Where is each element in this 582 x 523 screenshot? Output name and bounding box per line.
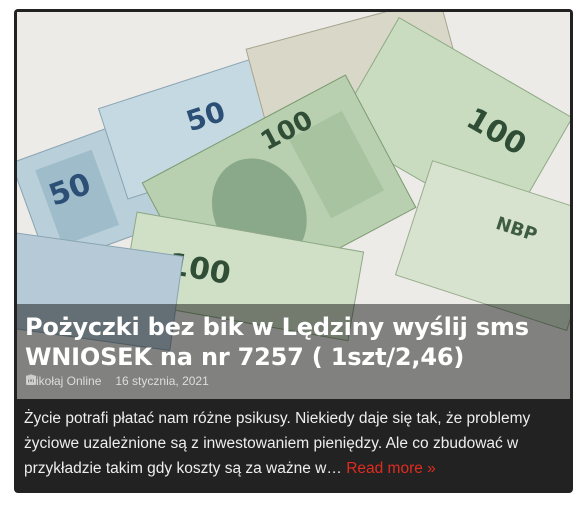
calendar-icon (26, 374, 36, 385)
post-author[interactable]: Mikołaj Online (26, 374, 101, 388)
post-excerpt: Życie potrafi płatać nam różne psikusy. … (24, 406, 569, 481)
read-more-link[interactable]: Read more » (346, 460, 436, 477)
post-title[interactable]: Pożyczki bez bik w Lędziny wyślij sms WN… (25, 312, 565, 372)
post-date: 16 stycznia, 2021 (115, 374, 209, 388)
post-featured-image[interactable]: 50 50 100 100 NBP 100 Pożyczki bez bik w… (17, 12, 570, 399)
post-card: 50 50 100 100 NBP 100 Pożyczki bez bik w… (14, 9, 573, 493)
post-excerpt-text: Życie potrafi płatać nam różne psikusy. … (24, 410, 531, 477)
post-meta: Mikołaj Online 16 stycznia, 2021 (26, 374, 209, 388)
